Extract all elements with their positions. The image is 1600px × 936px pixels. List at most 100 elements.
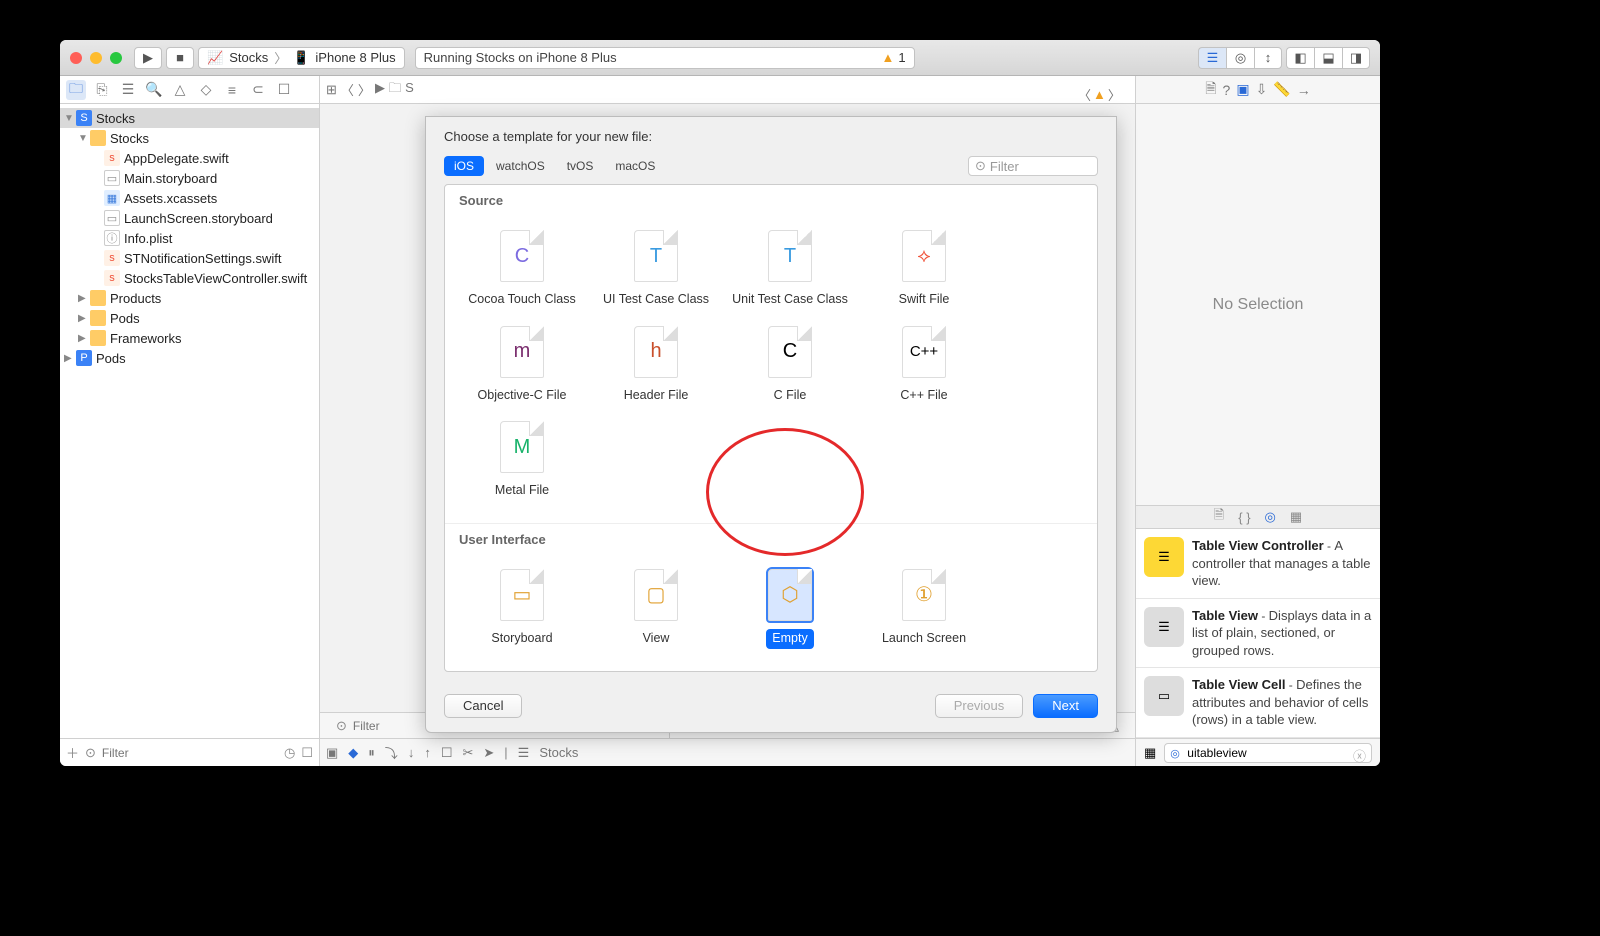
location-icon[interactable]: ➤	[483, 745, 494, 761]
issue-navigator-tab[interactable]: △	[170, 80, 190, 100]
file-template-library-tab[interactable]: 🗎	[1214, 506, 1224, 528]
symbol-navigator-tab[interactable]: ☰	[118, 80, 138, 100]
template-c-file[interactable]: CC File	[723, 318, 857, 414]
platform-tab-macos[interactable]: macOS	[605, 156, 665, 176]
debug-breadcrumb[interactable]: Stocks	[539, 745, 578, 760]
template-unit-test-case[interactable]: TUnit Test Case Class	[723, 222, 857, 318]
library-item[interactable]: ☰ Table View Controller - A controller t…	[1136, 529, 1380, 599]
next-button[interactable]: Next	[1033, 694, 1098, 718]
platform-tab-tvos[interactable]: tvOS	[557, 156, 604, 176]
object-library-list: ☰ Table View Controller - A controller t…	[1136, 529, 1380, 738]
identity-inspector-tab[interactable]: ▣	[1236, 81, 1249, 98]
step-into-icon[interactable]: ↓	[408, 745, 415, 760]
hide-debug-icon[interactable]: ▣	[326, 745, 338, 761]
scheme-selector[interactable]: 📈 Stocks 〉 📱 iPhone 8 Plus	[198, 47, 405, 69]
project-navigator-tab[interactable]: 🗀	[66, 80, 86, 100]
view-debug-icon[interactable]: ☐	[441, 745, 453, 761]
back-icon[interactable]: 〈	[1078, 85, 1091, 104]
tree-file[interactable]: ▭LaunchScreen.storyboard	[60, 208, 319, 228]
template-header-file[interactable]: hHeader File	[589, 318, 723, 414]
assistant-editor-button[interactable]: ◎	[1226, 47, 1254, 69]
step-over-icon[interactable]: ⤵	[385, 743, 398, 762]
device-icon: 📱	[293, 50, 309, 66]
cancel-button[interactable]: Cancel	[444, 694, 522, 718]
section-header-source: Source	[445, 185, 1097, 216]
breakpoints-icon[interactable]: ◆	[348, 745, 358, 761]
template-empty[interactable]: ⬡Empty	[723, 561, 857, 657]
template-filter-input[interactable]: ⊙ Filter	[968, 156, 1098, 176]
standard-editor-button[interactable]: ☰	[1198, 47, 1226, 69]
tree-file[interactable]: sAppDelegate.swift	[60, 148, 319, 168]
clear-search-icon[interactable]: ⓧ	[1353, 746, 1366, 765]
template-storyboard[interactable]: ▭Storyboard	[455, 561, 589, 657]
template-objc-file[interactable]: mObjective-C File	[455, 318, 589, 414]
warning-badge[interactable]: ▲ 1	[882, 50, 906, 65]
platform-tab-watchos[interactable]: watchOS	[486, 156, 555, 176]
version-editor-button[interactable]: ↕	[1254, 47, 1282, 69]
library-item[interactable]: ☰ Table View - Displays data in a list o…	[1136, 599, 1380, 669]
grid-view-icon[interactable]: ▦	[1144, 745, 1156, 761]
toggle-navigator-button[interactable]: ◧	[1286, 47, 1314, 69]
template-ui-test-case[interactable]: TUI Test Case Class	[589, 222, 723, 318]
code-snippet-library-tab[interactable]: { }	[1238, 510, 1250, 525]
step-out-icon[interactable]: ↑	[424, 745, 431, 760]
minimize-icon[interactable]	[90, 52, 102, 64]
tree-folder[interactable]: ▶Pods	[60, 308, 319, 328]
breakpoint-navigator-tab[interactable]: ⊂	[248, 80, 268, 100]
tree-file[interactable]: ▭Main.storyboard	[60, 168, 319, 188]
related-items-icon[interactable]: ⊞	[326, 82, 337, 98]
back-icon[interactable]: 〈	[341, 80, 354, 99]
forward-icon[interactable]: 〉	[1108, 85, 1121, 104]
object-library-tab[interactable]: ◎	[1265, 509, 1276, 525]
attributes-inspector-tab[interactable]: ⇩	[1256, 81, 1268, 98]
template-metal-file[interactable]: MMetal File	[455, 413, 589, 509]
tree-file[interactable]: ▦Assets.xcassets	[60, 188, 319, 208]
tree-file[interactable]: sSTNotificationSettings.swift	[60, 248, 319, 268]
tree-file[interactable]: ⓘInfo.plist	[60, 228, 319, 248]
previous-button[interactable]: Previous	[935, 694, 1024, 718]
connections-inspector-tab[interactable]: →	[1297, 82, 1311, 98]
navigator-filter-input[interactable]	[102, 746, 278, 760]
template-cocoa-touch-class[interactable]: CCocoa Touch Class	[455, 222, 589, 318]
toggle-debug-button[interactable]: ⬓	[1314, 47, 1342, 69]
tree-folder[interactable]: ▶Products	[60, 288, 319, 308]
test-navigator-tab[interactable]: ◇	[196, 80, 216, 100]
tree-group[interactable]: ▼Stocks	[60, 128, 319, 148]
forward-icon[interactable]: 〉	[358, 80, 371, 99]
template-swift-file[interactable]: ⟡Swift File	[857, 222, 991, 318]
template-launch-screen[interactable]: ①Launch Screen	[857, 561, 991, 657]
memory-graph-icon[interactable]: ✂	[462, 745, 473, 761]
size-inspector-tab[interactable]: 📏	[1273, 81, 1290, 98]
tree-folder[interactable]: ▶Frameworks	[60, 328, 319, 348]
run-button[interactable]: ▶	[134, 47, 162, 69]
maximize-icon[interactable]	[110, 52, 122, 64]
navigator-panel: 🗀 ⎘ ☰ 🔍 △ ◇ ≡ ⊂ ☐ ▼SStocks ▼Stocks sAppD…	[60, 76, 320, 766]
find-navigator-tab[interactable]: 🔍	[144, 80, 164, 100]
tree-file[interactable]: sStocksTableViewController.swift	[60, 268, 319, 288]
tree-project-root[interactable]: ▶PPods	[60, 348, 319, 368]
scm-icon[interactable]: ☐	[301, 745, 313, 761]
tree-project-root[interactable]: ▼SStocks	[60, 108, 319, 128]
template-cpp-file[interactable]: C++C++ File	[857, 318, 991, 414]
file-inspector-tab[interactable]: 🗎	[1205, 78, 1216, 102]
library-search-input[interactable]	[1164, 743, 1372, 763]
library-item[interactable]: ▭ Table View Cell - Defines the attribut…	[1136, 668, 1380, 738]
close-icon[interactable]	[70, 52, 82, 64]
toggle-inspector-button[interactable]: ◨	[1342, 47, 1370, 69]
source-control-tab[interactable]: ⎘	[92, 80, 112, 100]
debug-navigator-tab[interactable]: ≡	[222, 80, 242, 100]
media-library-tab[interactable]: ▦	[1290, 509, 1302, 525]
warning-icon: ▲	[882, 50, 895, 65]
add-icon[interactable]: ＋	[66, 743, 79, 762]
assistant-nav: 〈 ▲ 〉	[1078, 80, 1121, 108]
platform-tab-ios[interactable]: iOS	[444, 156, 484, 176]
recent-icon[interactable]: ◷	[284, 745, 295, 761]
jump-bar[interactable]: ⊞ 〈 〉 ▶ 🗀 S	[320, 76, 1135, 104]
help-inspector-tab[interactable]: ?	[1223, 82, 1231, 98]
stop-button[interactable]: ■	[166, 47, 194, 69]
navigator-tabs: 🗀 ⎘ ☰ 🔍 △ ◇ ≡ ⊂ ☐	[60, 76, 319, 104]
report-navigator-tab[interactable]: ☐	[274, 80, 294, 100]
pause-icon[interactable]: ⏸	[368, 745, 375, 761]
table-view-icon: ☰	[1144, 607, 1184, 647]
template-view[interactable]: ▢View	[589, 561, 723, 657]
